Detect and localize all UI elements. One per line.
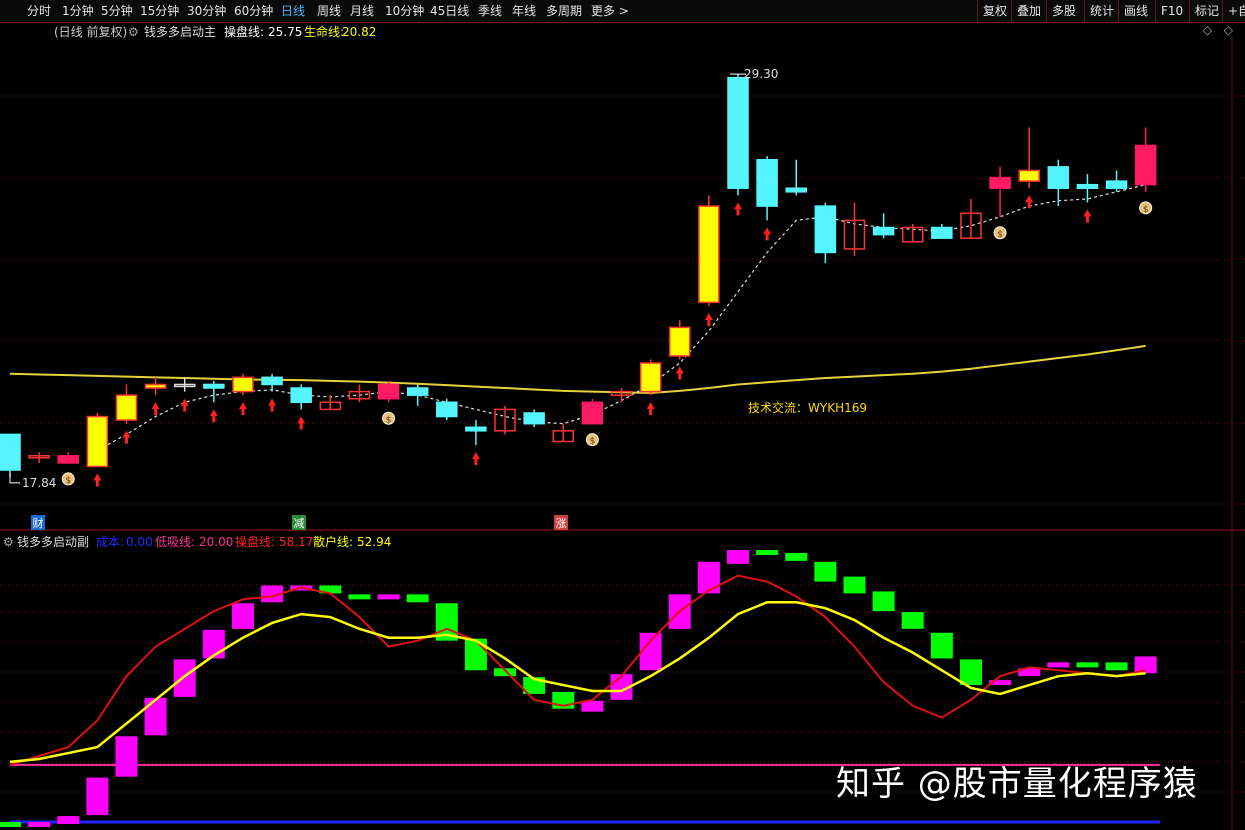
sub-bar-13 [377, 594, 400, 600]
marker-zhang: 涨 [556, 517, 567, 530]
sub-bar-37 [1076, 662, 1099, 668]
sub-bar-12 [348, 594, 371, 600]
candle-body-32 [931, 226, 953, 239]
sub-bar-0 [0, 822, 21, 827]
sub-bar-6 [173, 659, 196, 697]
sub-bar-2 [57, 816, 80, 824]
sub-bar-33 [959, 659, 982, 686]
buy-arrow-icon-5 [238, 402, 247, 416]
sub-bar-29 [843, 576, 866, 594]
low-marker [9, 473, 20, 484]
candle-body-30 [872, 226, 895, 236]
sub-bar-26 [756, 550, 779, 555]
sub-bar-38 [1105, 662, 1128, 671]
candle-body-7 [203, 383, 225, 389]
candle-body-38 [1105, 180, 1128, 190]
sub-bar-16 [464, 638, 487, 671]
buy-arrow-icon-10 [675, 366, 684, 380]
sub-bar-8 [231, 603, 254, 629]
sub-bar-4 [115, 736, 138, 777]
sub-bar-3 [86, 777, 109, 816]
candle-body-37 [1076, 183, 1099, 190]
candle-body-0 [0, 433, 21, 471]
buy-arrow-icon-15 [1083, 209, 1092, 223]
chart-canvas[interactable]: $ $ $ $ $29.30 17.84 技术交流：WYKH169 财 减 涨 [0, 0, 1245, 830]
sub-bar-25 [727, 550, 749, 564]
sub-bar-31 [901, 612, 924, 629]
candle-body-18 [523, 412, 545, 425]
candle-body-25 [727, 76, 749, 190]
sub-bar-24 [697, 561, 720, 594]
sub-bar-28 [814, 561, 837, 582]
buy-arrow-icon-4 [209, 409, 218, 423]
sub-bar-36 [1047, 662, 1070, 668]
candle-body-24 [698, 205, 720, 304]
candle-body-4 [115, 394, 138, 421]
watermark-text: 知乎 @股市量化程序猿 [836, 764, 1198, 804]
buy-arrow-icon-0 [93, 473, 102, 487]
candle-body-5 [144, 383, 167, 389]
money-bag-glyph-2: $ [590, 437, 596, 447]
money-bag-glyph-4: $ [1143, 205, 1149, 215]
operate-line-dashed [97, 184, 1146, 451]
money-bag-glyph-1: $ [386, 415, 392, 425]
candle-body-15 [436, 401, 458, 418]
high-price-label: 29.30 [744, 67, 778, 81]
sub-bar-27 [785, 552, 808, 561]
buy-arrow-icon-6 [268, 398, 277, 412]
sub-bar-32 [930, 632, 953, 659]
sub-bar-5 [144, 697, 167, 736]
candle-body-36 [1047, 166, 1070, 190]
candle-body-16 [465, 426, 487, 432]
candle-body-39 [1134, 144, 1157, 186]
buy-arrow-icon-14 [1025, 195, 1034, 209]
candle-body-23 [669, 326, 691, 357]
buy-arrow-icon-2 [151, 402, 160, 416]
money-bag-glyph-3: $ [997, 230, 1003, 240]
buy-arrow-icon-7 [297, 416, 306, 430]
candle-body-9 [261, 376, 283, 386]
candle-body-2 [57, 455, 79, 464]
candle-body-3 [86, 415, 109, 468]
candle-body-8 [232, 376, 254, 393]
buy-arrow-icon-12 [734, 202, 742, 216]
sub-bar-1 [28, 822, 51, 827]
candle-body-35 [1018, 169, 1040, 182]
buy-arrow-icon-3 [180, 398, 189, 412]
candle-body-26 [756, 158, 778, 207]
marker-cai: 财 [33, 516, 44, 530]
sub-bar-20 [581, 700, 604, 712]
candle-body-10 [290, 387, 312, 404]
marker-jian: 减 [294, 517, 305, 530]
buy-arrow-icon-9 [646, 402, 655, 416]
money-bag-glyph-0: $ [65, 476, 71, 486]
buy-arrow-icon-8 [471, 452, 480, 466]
candle-body-22 [639, 362, 662, 393]
candle-body-14 [406, 387, 429, 396]
contact-annotation: 技术交流：WYKH169 [748, 400, 867, 415]
sub-bar-14 [406, 594, 429, 603]
low-price-label: 17.84 [22, 476, 56, 490]
candle-body-20 [581, 401, 604, 425]
sub-bar-30 [872, 591, 895, 612]
candle-body-28 [814, 205, 837, 254]
candle-body-34 [989, 176, 1011, 190]
buy-arrow-icon-11 [704, 312, 713, 326]
candle-body-13 [377, 383, 400, 400]
buy-arrow-icon-13 [763, 227, 772, 241]
candle-body-27 [785, 187, 807, 193]
